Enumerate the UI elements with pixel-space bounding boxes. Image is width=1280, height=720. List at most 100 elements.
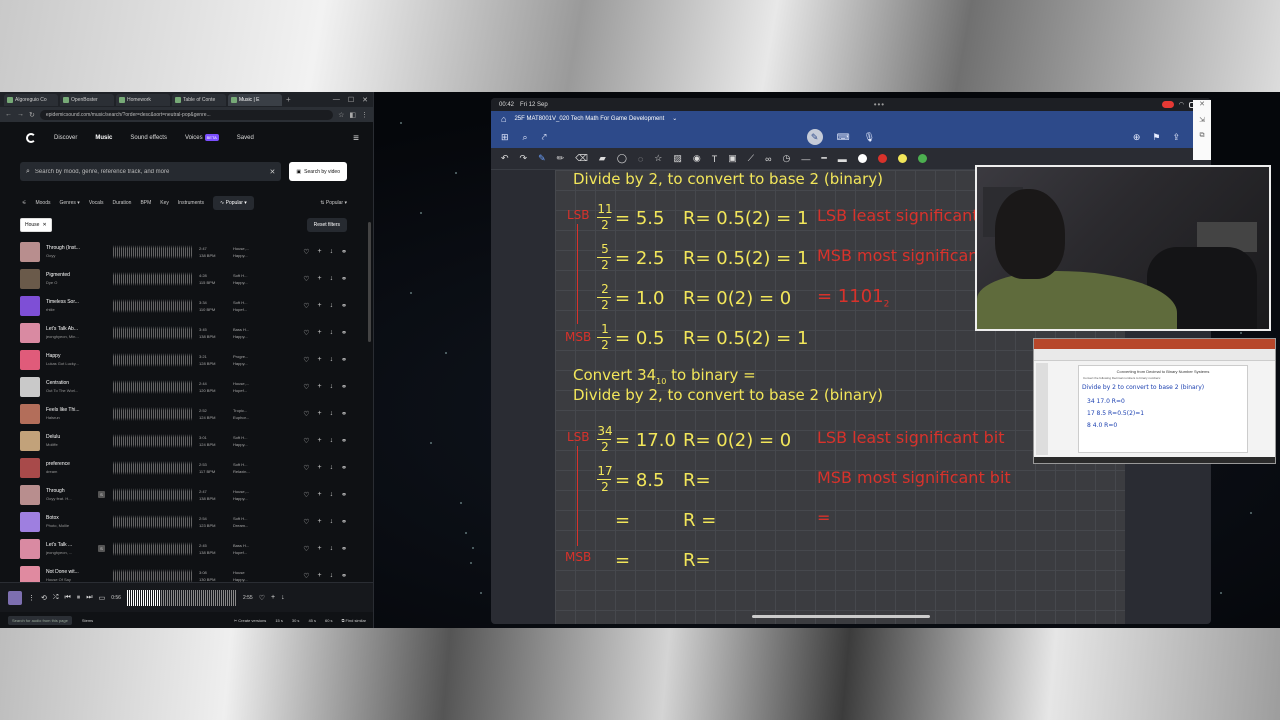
sticker-tool-icon[interactable]: ☆ [654, 153, 662, 164]
track-mood[interactable]: Happy... [233, 334, 261, 339]
scrollbar-thumb[interactable] [368, 222, 371, 342]
track-mood[interactable]: Hopef... [233, 307, 261, 312]
track-row[interactable]: Pigmented Dye O 4:28 115 BPM Soft H... Happy.… [0, 265, 373, 292]
copy-link-icon[interactable]: ⚭ [341, 302, 347, 310]
track-genre[interactable]: Soft H... [233, 516, 261, 521]
favorite-heart-icon[interactable]: ♡ [303, 491, 309, 499]
search-notes-icon[interactable]: ⌕ [523, 132, 528, 143]
track-artwork[interactable] [20, 484, 40, 505]
track-artwork[interactable] [20, 538, 40, 559]
track-artist[interactable]: rhtiie [46, 307, 92, 312]
track-mood[interactable]: Relaxin... [233, 469, 261, 474]
track-genre[interactable]: House,... [233, 381, 261, 386]
add-to-playlist-icon[interactable]: + [318, 491, 322, 499]
browser-tab[interactable]: Table of Conte [172, 93, 226, 106]
url-field[interactable]: epidemicsound.com/music/search/?order=de… [39, 109, 334, 120]
add-to-playlist-icon[interactable]: + [318, 383, 322, 391]
pen-mode-icon[interactable]: ✎ [806, 129, 823, 145]
download-track-icon[interactable]: ↓ [330, 437, 334, 445]
favorite-heart-icon[interactable]: ♡ [303, 248, 309, 256]
length-60s[interactable]: 60 s [325, 618, 333, 623]
track-artwork[interactable] [20, 322, 40, 343]
track-waveform[interactable] [113, 406, 193, 421]
download-track-icon[interactable]: ↓ [330, 491, 334, 499]
track-genre[interactable]: Progre... [233, 354, 261, 359]
home-icon[interactable]: ⌂ [501, 114, 506, 124]
download-track-icon[interactable]: ↓ [330, 356, 334, 364]
copy-link-icon[interactable]: ⚭ [341, 437, 347, 445]
pencil-tool-icon[interactable]: ✏ [557, 153, 565, 164]
filter-key[interactable]: Key [160, 200, 169, 206]
add-to-playlist-icon[interactable]: + [318, 356, 322, 364]
copy-link-icon[interactable]: ⚭ [341, 491, 347, 499]
track-waveform[interactable] [113, 271, 193, 286]
track-mood[interactable]: Euphor... [233, 415, 261, 420]
track-title[interactable]: Through [46, 488, 92, 494]
track-mood[interactable]: Dream... [233, 523, 261, 528]
copy-link-icon[interactable]: ⚭ [341, 518, 347, 526]
copy-link-icon[interactable]: ⚭ [341, 329, 347, 337]
track-artwork[interactable] [20, 268, 40, 289]
red-color-swatch[interactable] [877, 154, 887, 163]
timer-tool-icon[interactable]: ◷ [782, 153, 790, 164]
favorite-heart-icon[interactable]: ♡ [303, 329, 309, 337]
copy-link-icon[interactable]: ⚭ [341, 464, 347, 472]
track-artist[interactable]: Dye O [46, 280, 92, 285]
track-row[interactable]: Let's Talk ... jeonghyeon, ... S 2:45 138 BP… [0, 535, 373, 562]
filter-vocals[interactable]: Vocals [89, 200, 104, 206]
track-title[interactable]: Not Done wit... [46, 569, 92, 575]
text-tool-icon[interactable]: T [712, 154, 718, 164]
track-artist[interactable]: Out To The Worl... [46, 388, 92, 393]
favorite-heart-icon[interactable]: ♡ [303, 356, 309, 364]
camera-tool-icon[interactable]: ◉ [693, 153, 701, 164]
lasso-tool-icon[interactable]: ◌ [638, 154, 643, 164]
copy-link-icon[interactable]: ⚭ [341, 383, 347, 391]
page-scroll-indicator[interactable] [752, 615, 930, 618]
track-artist[interactable]: Moliffe [46, 442, 92, 447]
track-waveform[interactable] [113, 352, 193, 367]
track-genre[interactable]: Soft H... [233, 273, 261, 278]
track-row[interactable]: Happy Lukas Got Lucky... 3:21 128 BPM Progre… [0, 346, 373, 373]
track-title[interactable]: Let's Talk ... [46, 542, 92, 548]
create-versions-button[interactable]: ✂ Create versions [234, 618, 267, 623]
download-track-icon[interactable]: ↓ [330, 383, 334, 391]
track-waveform[interactable] [113, 541, 193, 556]
track-artwork[interactable] [20, 430, 40, 451]
filter-duration[interactable]: Duration [113, 200, 132, 206]
download-icon[interactable]: ↓ [281, 594, 285, 601]
heart-icon[interactable]: ♡ [259, 594, 265, 602]
track-artwork[interactable] [20, 511, 40, 532]
track-title[interactable]: Through (Inst... [46, 245, 92, 251]
overlay-capture-icon[interactable]: ⧉ [1200, 132, 1205, 140]
nav-saved[interactable]: Saved [237, 135, 254, 141]
track-title[interactable]: Centration [46, 380, 92, 386]
track-waveform[interactable] [113, 433, 193, 448]
track-row[interactable]: Centration Out To The Worl... 2:44 120 BPM H… [0, 373, 373, 400]
white-color-swatch[interactable] [857, 154, 867, 163]
copy-link-icon[interactable]: ⚭ [341, 248, 347, 256]
track-row[interactable]: Botox Photo, Mollie 2:54 123 BPM Soft H... Dr… [0, 508, 373, 535]
track-genre[interactable]: Bass H... [233, 327, 261, 332]
epidemic-logo-icon[interactable] [26, 133, 36, 143]
track-artwork[interactable] [20, 349, 40, 370]
remove-chip-icon[interactable]: ✕ [42, 222, 46, 228]
track-title[interactable]: Feels like Thi... [46, 407, 92, 413]
highlighter-tool-icon[interactable]: ▰ [599, 153, 606, 164]
download-track-icon[interactable]: ↓ [330, 518, 334, 526]
more-icon[interactable]: ⋮ [361, 111, 368, 119]
copy-link-icon[interactable]: ⚭ [341, 545, 347, 553]
browser-tab[interactable]: OpenBoster [60, 93, 114, 106]
add-icon[interactable]: + [271, 594, 275, 601]
search-by-video-button[interactable]: ▣ Search by video [289, 162, 347, 181]
copy-link-icon[interactable]: ⚭ [341, 275, 347, 283]
track-row[interactable]: Delulu Moliffe 3:01 124 BPM Soft H... Happy..… [0, 427, 373, 454]
add-to-playlist-icon[interactable]: + [318, 302, 322, 310]
add-to-playlist-icon[interactable]: + [318, 275, 322, 283]
star-icon[interactable]: ☆ [338, 111, 344, 119]
track-mood[interactable]: Happy... [233, 253, 261, 258]
nav-discover[interactable]: Discover [54, 135, 77, 141]
shuffle-icon[interactable]: ⤮ [53, 594, 59, 602]
next-icon[interactable]: ⏭ [86, 594, 92, 602]
add-to-playlist-icon[interactable]: + [318, 410, 322, 418]
filter-moods[interactable]: Moods [35, 200, 50, 206]
